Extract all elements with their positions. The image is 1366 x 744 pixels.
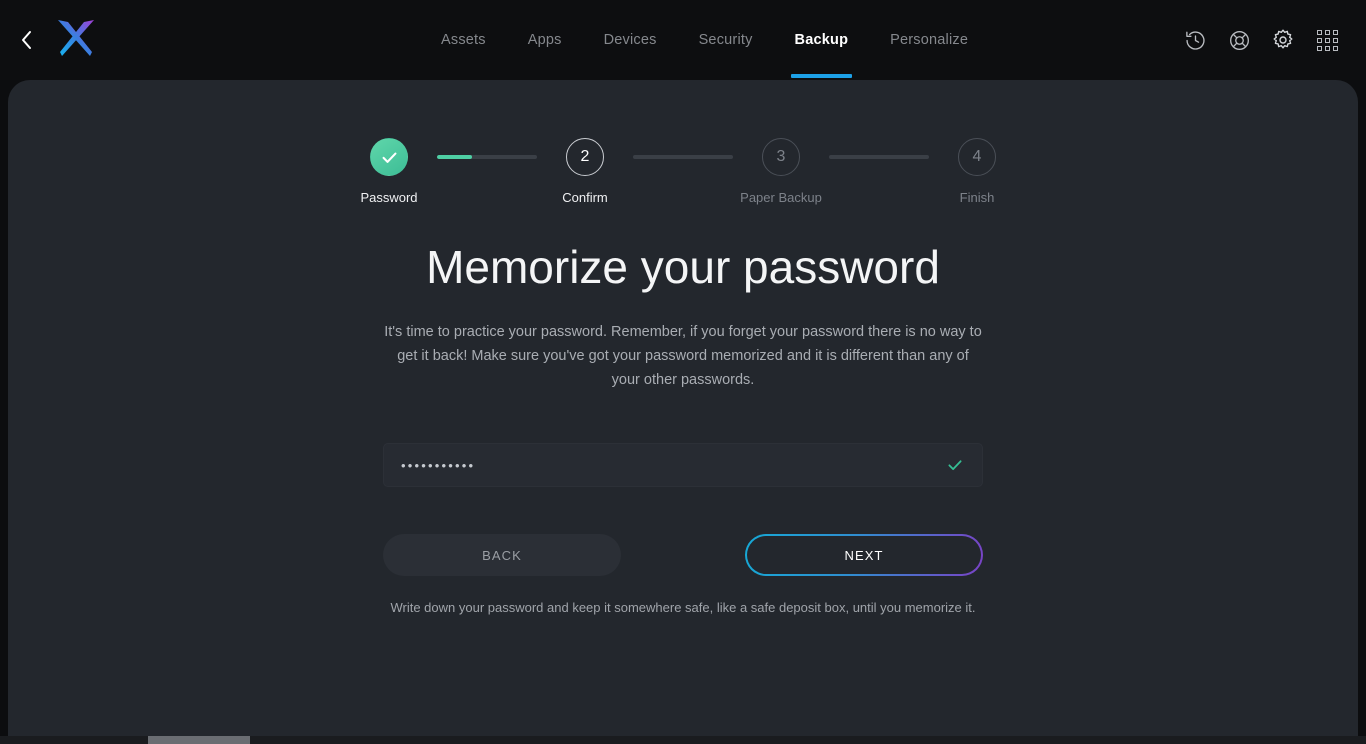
step-paper-backup[interactable]: 3 Paper Backup	[733, 138, 829, 205]
step-label-1: Password	[360, 190, 418, 205]
footer-note: Write down your password and keep it som…	[390, 600, 976, 615]
wizard-stepper: Password 2 Confirm 3 Paper Backup 4 Fini…	[8, 138, 1358, 205]
step-connector-2	[633, 155, 733, 159]
nav-label: Personalize	[890, 32, 969, 48]
step-label-3: Paper Backup	[740, 190, 822, 205]
nav-item-devices[interactable]: Devices	[583, 0, 678, 80]
nav-item-assets[interactable]: Assets	[420, 0, 507, 80]
step-circle-1[interactable]	[370, 138, 408, 176]
password-field-container[interactable]	[383, 443, 983, 487]
step-circle-3[interactable]: 3	[762, 138, 800, 176]
step-connector-fill	[437, 155, 472, 159]
step-finish[interactable]: 4 Finish	[929, 138, 1025, 205]
step-label-4: Finish	[959, 190, 995, 205]
page-title: Memorize your password	[426, 241, 940, 293]
content-panel: Password 2 Confirm 3 Paper Backup 4 Fini…	[8, 80, 1358, 744]
nav-item-apps[interactable]: Apps	[507, 0, 583, 80]
password-input[interactable]	[401, 457, 945, 473]
nav-item-security[interactable]: Security	[678, 0, 774, 80]
app-logo[interactable]	[54, 16, 98, 60]
next-button-label: NEXT	[844, 547, 884, 563]
header-icon-group	[1182, 0, 1340, 80]
step-confirm[interactable]: 2 Confirm	[537, 138, 633, 205]
nav-label: Assets	[441, 32, 486, 48]
step-connector-1	[437, 155, 537, 159]
back-button-main[interactable]: BACK	[383, 534, 621, 576]
life-buoy-help-icon[interactable]	[1226, 27, 1252, 53]
app-grid-icon[interactable]	[1314, 27, 1340, 53]
back-button-label: BACK	[482, 547, 522, 563]
wizard-buttons: BACK NEXT	[383, 534, 983, 576]
horizontal-scrollbar-thumb[interactable]	[148, 736, 250, 744]
nav-item-personalize[interactable]: Personalize	[869, 0, 989, 80]
next-button[interactable]: NEXT	[745, 534, 983, 576]
nav-label: Apps	[527, 32, 562, 48]
step-circle-4[interactable]: 4	[958, 138, 996, 176]
horizontal-scrollbar-track[interactable]	[0, 736, 1366, 744]
step-label-2: Confirm	[562, 190, 608, 205]
app-root: Assets Apps Devices Security Backup Pers…	[0, 0, 1366, 744]
history-icon[interactable]	[1182, 27, 1208, 53]
check-icon	[945, 455, 965, 475]
page-description: It's time to practice your password. Rem…	[384, 324, 982, 388]
top-header: Assets Apps Devices Security Backup Pers…	[0, 0, 1366, 80]
main-nav: Assets Apps Devices Security Backup Pers…	[420, 0, 989, 80]
step-circle-2[interactable]: 2	[566, 138, 604, 176]
nav-item-backup[interactable]: Backup	[774, 0, 870, 80]
chevron-left-icon	[19, 28, 35, 52]
step-password[interactable]: Password	[341, 138, 437, 205]
nav-label: Backup	[794, 32, 849, 48]
back-button[interactable]	[12, 25, 42, 55]
gear-settings-icon[interactable]	[1270, 27, 1296, 53]
step-connector-3	[829, 155, 929, 159]
nav-label: Devices	[603, 32, 657, 48]
nav-label: Security	[698, 32, 753, 48]
